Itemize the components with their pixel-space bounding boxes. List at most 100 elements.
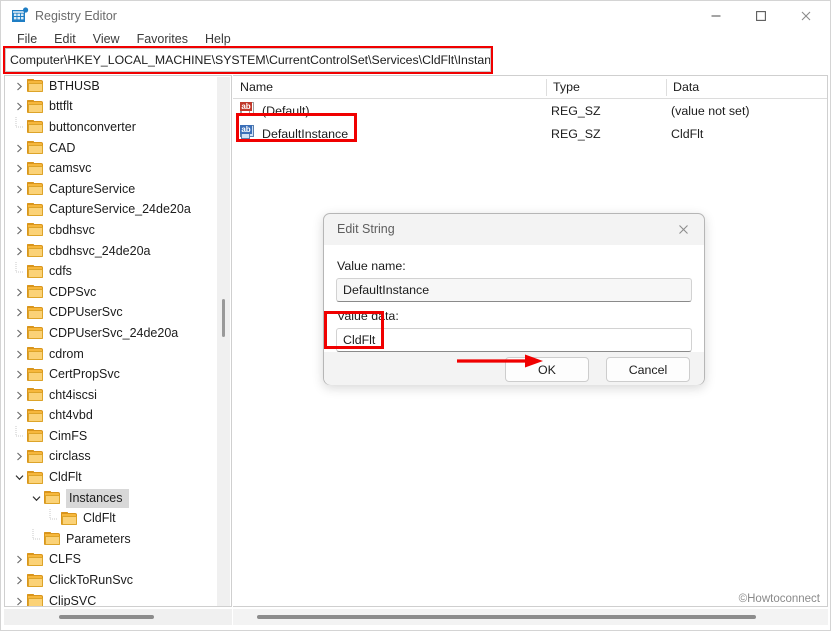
tree-item-parameters[interactable]: Parameters (5, 529, 231, 550)
chevron-right-icon[interactable] (11, 552, 27, 568)
minimize-button[interactable] (693, 1, 738, 31)
tree-leaf-connector (45, 508, 61, 527)
chevron-right-icon[interactable] (11, 161, 27, 177)
tree-item-cdpusersvc-24de20a[interactable]: CDPUserSvc_24de20a (5, 323, 231, 344)
menu-edit[interactable]: Edit (46, 30, 85, 48)
tree-item-cdpusersvc[interactable]: CDPUserSvc (5, 303, 231, 324)
chevron-right-icon[interactable] (11, 387, 27, 403)
tree-vertical-scrollbar[interactable] (217, 77, 230, 606)
tree-item-label: CldFlt (49, 470, 82, 485)
folder-icon (27, 120, 44, 134)
tree-item-label: BTHUSB (49, 78, 100, 93)
tree-item-cht4iscsi[interactable]: cht4iscsi (5, 385, 231, 406)
tree-item-cldflt[interactable]: CldFlt (5, 467, 231, 488)
tree-item-label: cht4vbd (49, 408, 93, 423)
chevron-right-icon[interactable] (11, 243, 27, 259)
tree-item-buttonconverter[interactable]: buttonconverter (5, 117, 231, 138)
chevron-right-icon[interactable] (11, 408, 27, 424)
chevron-right-icon[interactable] (11, 346, 27, 362)
chevron-right-icon[interactable] (11, 284, 27, 300)
tree-leaf-connector (11, 117, 27, 135)
maximize-button[interactable] (738, 1, 783, 31)
chevron-right-icon[interactable] (11, 181, 27, 197)
tree-item-captureservice[interactable]: CaptureService (5, 179, 231, 200)
title-bar: Registry Editor (1, 1, 830, 31)
folder-icon (27, 326, 44, 340)
tree-item-clfs[interactable]: CLFS (5, 550, 231, 571)
chevron-right-icon[interactable] (11, 78, 27, 94)
tree-item-label: buttonconverter (49, 119, 136, 134)
registry-editor-window: Registry Editor File Edit View Favorites… (0, 0, 831, 631)
column-header-name[interactable]: Name (233, 76, 273, 98)
folder-icon (27, 79, 44, 93)
dialog-close-icon[interactable] (666, 216, 700, 242)
folder-icon (27, 367, 44, 382)
folder-icon (44, 532, 61, 546)
ok-button[interactable]: OK (505, 357, 589, 382)
menu-bar: File Edit View Favorites Help (1, 29, 830, 49)
folder-icon (27, 99, 44, 114)
values-horizontal-scrollbar-thumb[interactable] (257, 615, 756, 619)
menu-file[interactable]: File (9, 30, 46, 48)
tree-item-cldflt[interactable]: CldFlt (5, 508, 231, 529)
tree-item-label: cdrom (49, 346, 84, 361)
value-name: (Default) (262, 103, 310, 118)
cancel-button[interactable]: Cancel (606, 357, 690, 382)
chevron-right-icon[interactable] (11, 305, 27, 321)
tree-item-cdpsvc[interactable]: CDPSvc (5, 282, 231, 303)
chevron-right-icon[interactable] (11, 573, 27, 589)
column-header-data[interactable]: Data (666, 76, 699, 98)
chevron-right-icon[interactable] (11, 325, 27, 341)
menu-view[interactable]: View (85, 30, 129, 48)
folder-icon (27, 223, 44, 237)
tree-item-label: cbdhsvc (49, 222, 95, 237)
tree-horizontal-scrollbar[interactable] (4, 609, 232, 625)
values-horizontal-scrollbar[interactable] (233, 609, 828, 625)
tree-item-captureservice-24de20a[interactable]: CaptureService_24de20a (5, 200, 231, 221)
tree-item-cdfs[interactable]: cdfs (5, 261, 231, 282)
registry-tree-pane[interactable]: BTHUSB bttflt buttonconverter CAD camsvc Capt… (4, 75, 232, 607)
tree-item-certpropsvc[interactable]: CertPropSvc (5, 364, 231, 385)
chevron-right-icon[interactable] (11, 593, 27, 606)
chevron-right-icon[interactable] (11, 367, 27, 383)
folder-icon (27, 141, 44, 155)
tree-item-label: cbdhsvc_24de20a (49, 243, 151, 258)
tree-item-cbdhsvc[interactable]: cbdhsvc (5, 220, 231, 241)
tree-item-circlass[interactable]: circlass (5, 447, 231, 468)
tree-item-cad[interactable]: CAD (5, 138, 231, 159)
tree-item-camsvc[interactable]: camsvc (5, 158, 231, 179)
table-row[interactable]: ab DefaultInstance REG_SZ CldFlt (233, 122, 827, 145)
chevron-right-icon[interactable] (11, 140, 27, 156)
tree-vertical-scrollbar-thumb[interactable] (222, 299, 225, 337)
menu-help[interactable]: Help (197, 30, 240, 48)
value-name-input[interactable]: DefaultInstance (336, 278, 692, 302)
tree-item-cht4vbd[interactable]: cht4vbd (5, 406, 231, 427)
table-row[interactable]: ab (Default) REG_SZ (value not set) (233, 99, 827, 122)
tree-item-cimfs[interactable]: CimFS (5, 426, 231, 447)
chevron-down-icon[interactable] (11, 470, 27, 486)
tree-item-label: CertPropSvc (49, 367, 120, 382)
column-header-type[interactable]: Type (546, 76, 580, 98)
folder-icon (27, 161, 44, 176)
tree-leaf-connector (11, 426, 27, 444)
tree-item-label: CaptureService (49, 181, 136, 196)
tree-item-bttflt[interactable]: bttflt (5, 97, 231, 118)
tree-item-label: CDPUserSvc (49, 305, 123, 320)
window-title: Registry Editor (35, 9, 117, 23)
menu-favorites[interactable]: Favorites (129, 30, 197, 48)
close-button[interactable] (783, 1, 828, 31)
tree-item-instances[interactable]: Instances (5, 488, 231, 509)
value-data-input[interactable]: CldFlt (336, 328, 692, 352)
tree-item-bthusb[interactable]: BTHUSB (5, 76, 231, 97)
chevron-right-icon[interactable] (11, 449, 27, 465)
chevron-right-icon[interactable] (11, 222, 27, 238)
registry-path-input[interactable]: Computer\HKEY_LOCAL_MACHINE\SYSTEM\Curre… (5, 48, 491, 72)
tree-item-clipsvc[interactable]: ClipSVC (5, 591, 231, 606)
tree-horizontal-scrollbar-thumb[interactable] (59, 615, 154, 619)
tree-item-clicktorunsvc[interactable]: ClickToRunSvc (5, 570, 231, 591)
tree-item-cdrom[interactable]: cdrom (5, 344, 231, 365)
chevron-right-icon[interactable] (11, 202, 27, 218)
chevron-right-icon[interactable] (11, 99, 27, 115)
chevron-down-icon[interactable] (28, 490, 44, 506)
tree-item-cbdhsvc-24de20a[interactable]: cbdhsvc_24de20a (5, 241, 231, 262)
